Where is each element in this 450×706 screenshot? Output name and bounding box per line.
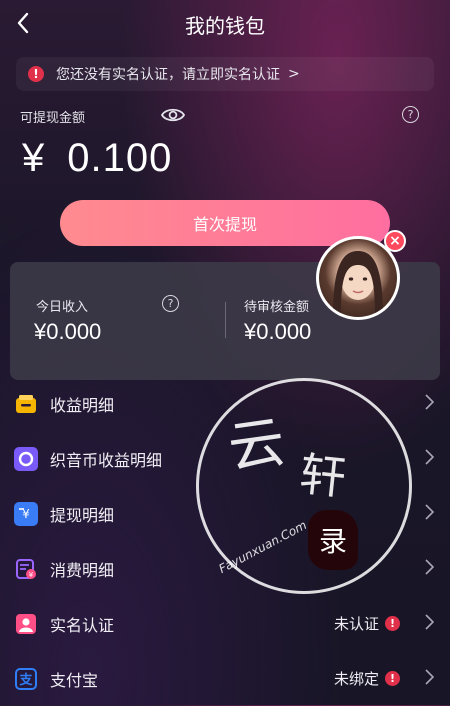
- chevron-right-icon: [425, 558, 435, 579]
- user-verify-icon: [14, 612, 38, 636]
- bind-status: 未绑定 !: [334, 668, 400, 689]
- watermark-text: 云: [224, 409, 289, 482]
- menu-item-label: 织音币收益明细: [50, 450, 163, 470]
- chevron-right-icon: [425, 503, 435, 524]
- warning-icon: !: [28, 66, 44, 82]
- eye-icon[interactable]: [160, 106, 186, 128]
- chevron-right-icon: >: [288, 66, 300, 82]
- close-icon[interactable]: ×: [384, 230, 406, 252]
- menu-item-label: 提现明细: [50, 505, 115, 525]
- notice-text: 您还没有实名认证，请立即实名认证: [56, 67, 280, 83]
- balance-value: 0.100: [67, 136, 173, 180]
- bill-icon: ¥: [14, 557, 38, 581]
- realname-notice-banner[interactable]: ! 您还没有实名认证，请立即实名认证 >: [16, 57, 434, 91]
- page-title: 我的钱包: [185, 14, 265, 38]
- svg-text:支: 支: [18, 672, 33, 688]
- auth-status: 未认证 !: [334, 613, 400, 634]
- help-icon[interactable]: ?: [162, 295, 179, 312]
- today-income-value: ¥0.000: [34, 319, 102, 344]
- menu-item-label: 实名认证: [50, 615, 115, 635]
- svg-text:¥: ¥: [29, 571, 34, 579]
- chevron-right-icon: [425, 668, 435, 689]
- menu-item-label: 支付宝: [50, 670, 99, 690]
- watermark-text: 轩: [296, 446, 349, 506]
- coin-icon: [14, 446, 38, 471]
- status-text: 未认证: [333, 615, 379, 633]
- currency-symbol: ¥: [22, 136, 46, 180]
- today-income-label: 今日收入: [36, 300, 89, 315]
- withdrawable-label: 可提现金额: [20, 111, 86, 126]
- chevron-right-icon: [425, 613, 435, 634]
- warning-icon: !: [385, 616, 400, 631]
- warning-icon: !: [385, 671, 400, 686]
- pending-amount-value: ¥0.000: [244, 319, 312, 344]
- wallet-icon: [14, 392, 38, 416]
- pending-amount-label: 待审核金额: [244, 300, 310, 315]
- alipay-icon: 支: [14, 667, 38, 691]
- divider: [225, 302, 226, 338]
- menu-item-alipay[interactable]: 支 支付宝 未绑定 !: [0, 651, 450, 706]
- withdraw-icon: ¥: [14, 501, 38, 526]
- status-text: 未绑定: [333, 670, 379, 688]
- balance-amount: ¥0.100: [22, 136, 172, 181]
- chevron-right-icon: [425, 448, 435, 469]
- menu-item-label: 消费明细: [50, 560, 115, 580]
- help-icon[interactable]: ?: [402, 106, 419, 123]
- watermark-seal: 录: [308, 510, 358, 570]
- menu-item-label: 收益明细: [50, 395, 115, 415]
- chevron-right-icon: [425, 393, 435, 414]
- menu-item-real-name-auth[interactable]: 实名认证 未认证 !: [0, 596, 450, 651]
